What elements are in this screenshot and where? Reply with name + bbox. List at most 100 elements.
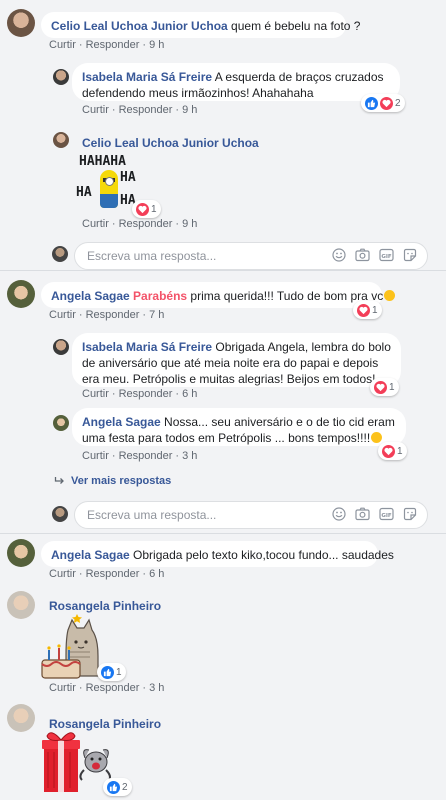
love-reaction-icon xyxy=(374,380,387,394)
reaction-count: 2 xyxy=(395,97,401,109)
timestamp[interactable]: 6 h xyxy=(182,388,197,400)
separator: · xyxy=(142,568,147,580)
separator: · xyxy=(175,388,180,400)
comment-actions: Curtir · Responder · 3 h xyxy=(49,682,164,694)
separator: · xyxy=(175,450,180,462)
comment-bubble: Angela Sagae Obrigada pelo texto kiko,to… xyxy=(41,541,394,567)
avatar xyxy=(52,246,68,262)
separator: · xyxy=(111,450,116,462)
comment-actions: Curtir · Responder · 3 h xyxy=(82,450,197,462)
separator: · xyxy=(175,218,180,230)
reply-input[interactable] xyxy=(85,248,332,264)
separator: · xyxy=(175,104,180,116)
love-reaction-icon xyxy=(136,202,149,216)
reply-link[interactable]: Responder xyxy=(86,39,140,51)
like-link[interactable]: Curtir xyxy=(82,218,109,230)
like-link[interactable]: Curtir xyxy=(82,450,109,462)
like-reaction-icon xyxy=(365,96,378,110)
avatar[interactable] xyxy=(53,132,69,148)
love-reaction-icon xyxy=(357,303,370,317)
reaction-summary[interactable]: 2 xyxy=(361,94,405,112)
reply-link[interactable]: Responder xyxy=(119,450,173,462)
avatar[interactable] xyxy=(53,415,69,431)
comment-author[interactable]: Rosangela Pinheiro xyxy=(49,599,161,613)
separator: · xyxy=(78,682,83,694)
like-reaction-icon xyxy=(101,665,114,679)
comment-text: prima querida!!! Tudo de bom pra vc xyxy=(190,289,384,303)
comment-bubble: Angela Sagae Nossa... seu aniversário e … xyxy=(72,408,406,446)
timestamp[interactable]: 7 h xyxy=(149,309,164,321)
like-link[interactable]: Curtir xyxy=(82,104,109,116)
comment-author[interactable]: Celio Leal Uchoa Junior Uchoa xyxy=(51,19,228,33)
comment-text: Obrigada pelo texto kiko,tocou fundo... … xyxy=(133,548,394,562)
comment-actions: Curtir · Responder · 9 h xyxy=(82,218,197,230)
like-link[interactable]: Curtir xyxy=(49,682,76,694)
more-replies-label: Ver mais respostas xyxy=(71,475,172,487)
gif-icon[interactable]: GIF xyxy=(379,248,394,265)
comment-author[interactable]: Celio Leal Uchoa Junior Uchoa xyxy=(82,136,259,150)
separator: · xyxy=(111,218,116,230)
separator: · xyxy=(142,682,147,694)
emoji-icon[interactable] xyxy=(332,247,346,265)
timestamp[interactable]: 9 h xyxy=(182,218,197,230)
avatar[interactable] xyxy=(7,9,35,37)
timestamp[interactable]: 3 h xyxy=(149,682,164,694)
reply-box: GIF xyxy=(74,501,428,529)
sticker-text: HAHAHA xyxy=(79,154,126,169)
avatar[interactable] xyxy=(53,339,69,355)
camera-icon[interactable] xyxy=(355,248,370,265)
reaction-summary[interactable]: 1 xyxy=(370,378,399,396)
gif-icon[interactable]: GIF xyxy=(379,507,394,524)
svg-text:GIF: GIF xyxy=(381,513,392,519)
reaction-count: 1 xyxy=(116,666,122,678)
comment-actions: Curtir · Responder · 9 h xyxy=(49,39,164,51)
comment-author[interactable]: Isabela Maria Sá Freire xyxy=(82,70,212,84)
timestamp[interactable]: 9 h xyxy=(149,39,164,51)
avatar[interactable] xyxy=(7,280,35,308)
separator: · xyxy=(78,568,83,580)
highlight-text[interactable]: Parabéns xyxy=(133,289,187,303)
reaction-count: 2 xyxy=(122,781,128,793)
reaction-summary[interactable]: 1 xyxy=(132,200,161,218)
like-link[interactable]: Curtir xyxy=(49,39,76,51)
sticker-icon[interactable] xyxy=(403,248,417,265)
avatar[interactable] xyxy=(7,539,35,567)
comment-text: quem é bebelu na foto ? xyxy=(231,19,361,33)
comment-author[interactable]: Angela Sagae xyxy=(82,415,161,429)
avatar[interactable] xyxy=(53,69,69,85)
reply-arrow-icon xyxy=(54,476,65,489)
timestamp[interactable]: 6 h xyxy=(149,568,164,580)
gift-sticker[interactable] xyxy=(40,728,112,794)
timestamp[interactable]: 9 h xyxy=(182,104,197,116)
sticker-icon[interactable] xyxy=(403,507,417,524)
reply-link[interactable]: Responder xyxy=(86,568,140,580)
avatar[interactable] xyxy=(7,704,35,732)
reply-link[interactable]: Responder xyxy=(119,388,173,400)
like-link[interactable]: Curtir xyxy=(49,309,76,321)
reaction-summary[interactable]: 1 xyxy=(97,663,126,681)
camera-icon[interactable] xyxy=(355,507,370,524)
more-replies-link[interactable]: Ver mais respostas xyxy=(54,475,171,489)
comment-author[interactable]: Angela Sagae xyxy=(51,289,130,303)
comment-author[interactable]: Angela Sagae xyxy=(51,548,130,562)
reaction-summary[interactable]: 1 xyxy=(378,442,407,460)
timestamp[interactable]: 3 h xyxy=(182,450,197,462)
like-link[interactable]: Curtir xyxy=(82,388,109,400)
reply-link[interactable]: Responder xyxy=(86,309,140,321)
separator: · xyxy=(142,39,147,51)
reply-link[interactable]: Responder xyxy=(119,218,173,230)
emoji-icon[interactable] xyxy=(332,506,346,524)
reaction-summary[interactable]: 2 xyxy=(103,778,132,796)
reply-link[interactable]: Responder xyxy=(119,104,173,116)
comment-author[interactable]: Isabela Maria Sá Freire xyxy=(82,340,212,354)
like-link[interactable]: Curtir xyxy=(49,568,76,580)
avatar[interactable] xyxy=(7,591,35,619)
reply-link[interactable]: Responder xyxy=(86,682,140,694)
comment-bubble: Celio Leal Uchoa Junior Uchoa xyxy=(82,129,282,151)
reply-input[interactable] xyxy=(85,507,332,523)
reaction-summary[interactable]: 1 xyxy=(353,301,382,319)
separator: · xyxy=(78,309,83,321)
comment-bubble: Angela Sagae Parabéns prima querida!!! T… xyxy=(41,282,396,308)
grin-emoji-icon xyxy=(371,432,383,443)
divider xyxy=(0,270,446,271)
